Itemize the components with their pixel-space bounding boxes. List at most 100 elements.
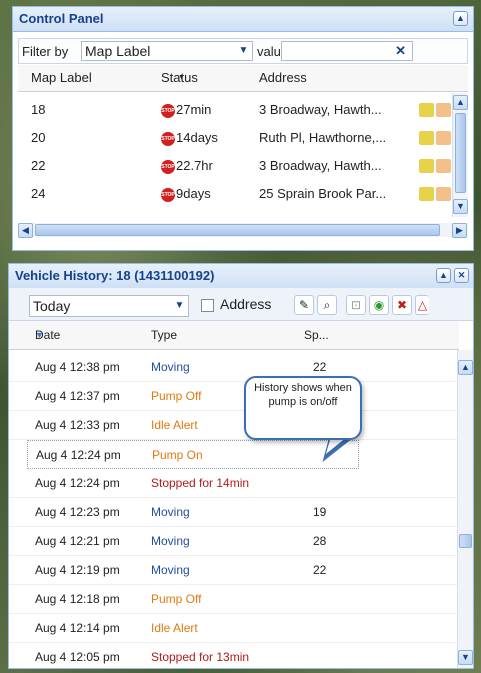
history-row[interactable]: Aug 4 12:38 pm Moving 22 xyxy=(9,353,459,382)
vehicle-history-header: Vehicle History: 18 (1431100192) ▲ ✕ xyxy=(9,264,473,289)
address-cell: 3 Broadway, Hawth... xyxy=(259,158,382,173)
collapse-icon[interactable]: ▲ xyxy=(453,11,468,26)
history-row[interactable]: Aug 4 12:14 pm Idle Alert xyxy=(9,614,459,643)
stop-icon: STOP xyxy=(161,131,175,146)
chevron-down-icon[interactable]: ▼ xyxy=(235,42,252,60)
vehicle-row[interactable]: 18 STOP27min 3 Broadway, Hawth... xyxy=(18,96,468,124)
filter-value-input[interactable]: ✕ xyxy=(281,41,413,61)
type-cell: Pump On xyxy=(152,448,203,462)
filter-by-label: Filter by xyxy=(22,44,69,59)
column-type[interactable]: Type xyxy=(151,321,177,349)
type-cell: Moving xyxy=(151,563,190,577)
type-cell: Stopped for 13min xyxy=(151,650,250,664)
type-cell: Idle Alert xyxy=(151,621,198,635)
history-row[interactable]: Aug 4 12:23 pm Moving 19 xyxy=(9,498,459,527)
status-cell: STOP9days xyxy=(161,180,211,208)
column-map-label[interactable]: Map Label xyxy=(31,65,92,91)
column-address[interactable]: Address xyxy=(259,65,307,91)
close-icon[interactable]: ✕ xyxy=(454,268,469,283)
type-cell: Moving xyxy=(151,505,190,519)
address-cell: 25 Sprain Brook Par... xyxy=(259,186,387,201)
speed-cell: 28 xyxy=(313,534,327,548)
history-row[interactable]: Aug 4 12:18 pm Pump Off xyxy=(9,585,459,614)
scroll-left-icon[interactable]: ◀ xyxy=(18,223,33,238)
vehicle-row[interactable]: 24 STOP9days 25 Sprain Brook Par... xyxy=(18,180,468,208)
vehicle-grid-vscroll[interactable]: ▲ ▼ xyxy=(452,93,468,217)
control-panel-header: Control Panel ▲ xyxy=(13,7,473,32)
date-cell: Aug 4 12:05 pm xyxy=(35,650,120,664)
status-cell: STOP27min xyxy=(161,96,211,124)
history-row[interactable]: Aug 4 12:21 pm Moving 28 xyxy=(9,527,459,556)
warning-icon[interactable]: △ xyxy=(415,295,429,315)
date-cell: Aug 4 12:24 pm xyxy=(36,448,121,462)
history-grid-body: Aug 4 12:38 pm Moving 22 Aug 4 12:37 pm … xyxy=(9,350,459,668)
history-row[interactable]: Aug 4 12:37 pm Pump Off xyxy=(9,382,459,411)
address-checkbox-label: Address xyxy=(220,296,272,312)
speed-cell: 22 xyxy=(313,563,327,577)
date-range-select[interactable]: Today ▼ xyxy=(29,295,189,317)
collapse-icon[interactable]: ▲ xyxy=(436,268,451,283)
scroll-thumb[interactable] xyxy=(459,534,472,548)
history-toolbar: Today ▼ Address ✎ ⌕ ⊡ ◉ ✖ △ xyxy=(9,288,473,321)
history-row-selected[interactable]: Aug 4 12:24 pm Pump On xyxy=(27,440,359,469)
history-grid-header: Date ▼ Type Sp... xyxy=(9,321,459,350)
filter-bar: Filter by Map Label ▼ value ✕ xyxy=(18,38,468,64)
history-row[interactable]: Aug 4 12:19 pm Moving 22 xyxy=(9,556,459,585)
clear-icon[interactable]: ✕ xyxy=(395,43,406,59)
type-cell: Pump Off xyxy=(151,592,202,606)
date-cell: Aug 4 12:18 pm xyxy=(35,592,120,606)
map-label-cell: 20 xyxy=(31,130,46,145)
magnify-icon[interactable]: ⌕ xyxy=(317,295,337,315)
edit-note-icon[interactable] xyxy=(436,187,451,201)
history-row[interactable]: Aug 4 12:33 pm Idle Alert xyxy=(9,411,459,440)
address-cell: 3 Broadway, Hawth... xyxy=(259,102,382,117)
history-grid-vscroll[interactable]: ▲ ▼ xyxy=(457,350,473,668)
status-text: 9days xyxy=(176,186,211,201)
date-cell: Aug 4 12:14 pm xyxy=(35,621,120,635)
scroll-thumb[interactable] xyxy=(455,113,466,193)
sort-desc-icon: ▼ xyxy=(35,330,44,340)
type-cell: Pump Off xyxy=(151,389,202,403)
map-label-cell: 22 xyxy=(31,158,46,173)
column-speed[interactable]: Sp... xyxy=(304,321,329,349)
scroll-right-icon[interactable]: ▶ xyxy=(452,223,467,238)
vehicle-locate-icon[interactable] xyxy=(419,131,434,145)
scroll-down-icon[interactable]: ▼ xyxy=(453,199,468,214)
pump-history-callout: History shows when pump is on/off xyxy=(244,376,362,440)
edit-note-icon[interactable]: ✎ xyxy=(294,295,314,315)
scroll-down-icon[interactable]: ▼ xyxy=(458,650,473,665)
filter-field-select[interactable]: Map Label ▼ xyxy=(81,41,253,61)
vehicle-row[interactable]: 22 STOP22.7hr 3 Broadway, Hawth... xyxy=(18,152,468,180)
vehicle-locate-icon[interactable] xyxy=(419,159,434,173)
map-label-cell: 24 xyxy=(31,186,46,201)
lock-icon[interactable]: ⊡ xyxy=(346,295,366,315)
scroll-up-icon[interactable]: ▲ xyxy=(458,360,473,375)
edit-note-icon[interactable] xyxy=(436,103,451,117)
date-cell: Aug 4 12:21 pm xyxy=(35,534,120,548)
refresh-icon[interactable]: ◉ xyxy=(369,295,389,315)
type-cell: Moving xyxy=(151,534,190,548)
status-text: 22.7hr xyxy=(176,158,213,173)
date-cell: Aug 4 12:33 pm xyxy=(35,418,120,432)
hscroll-thumb[interactable] xyxy=(35,224,440,236)
date-range-value: Today xyxy=(33,298,71,314)
remove-icon[interactable]: ✖ xyxy=(392,295,412,315)
status-cell: STOP14days xyxy=(161,124,218,152)
status-text: 27min xyxy=(176,102,212,117)
address-checkbox[interactable] xyxy=(201,299,214,312)
date-cell: Aug 4 12:23 pm xyxy=(35,505,120,519)
date-cell: Aug 4 12:38 pm xyxy=(35,360,120,374)
history-row[interactable]: Aug 4 12:05 pm Stopped for 13min xyxy=(9,643,459,668)
edit-note-icon[interactable] xyxy=(436,131,451,145)
edit-note-icon[interactable] xyxy=(436,159,451,173)
vehicle-row[interactable]: 20 STOP14days Ruth Pl, Hawthorne,... xyxy=(18,124,468,152)
vehicle-locate-icon[interactable] xyxy=(419,103,434,117)
type-cell: Idle Alert xyxy=(151,418,198,432)
vehicle-grid-hscroll[interactable]: ◀ ▶ xyxy=(18,223,468,238)
chevron-down-icon[interactable]: ▼ xyxy=(171,296,188,316)
speed-cell: 19 xyxy=(313,505,327,519)
filter-field-value: Map Label xyxy=(85,43,151,59)
history-row[interactable]: Aug 4 12:24 pm Stopped for 14min xyxy=(9,469,459,498)
vehicle-locate-icon[interactable] xyxy=(419,187,434,201)
scroll-up-icon[interactable]: ▲ xyxy=(453,95,468,110)
